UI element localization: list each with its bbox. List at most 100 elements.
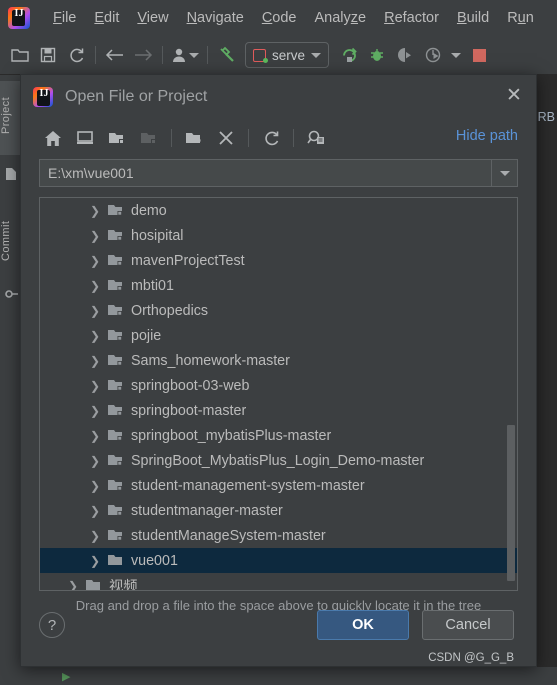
toolbar-divider xyxy=(171,129,172,147)
tree-row[interactable]: ❯ demo xyxy=(40,198,517,223)
refresh-icon[interactable] xyxy=(255,123,287,153)
tree-row-label: SpringBoot_MybatisPlus_Login_Demo-master xyxy=(131,452,425,469)
tree-row[interactable]: ❯ pojie xyxy=(40,323,517,348)
tree-row[interactable]: ❯ studentManageSystem-master xyxy=(40,523,517,548)
profile-dropdown-icon[interactable] xyxy=(168,42,202,68)
tree-row[interactable]: ❯ mavenProjectTest xyxy=(40,248,517,273)
help-button[interactable]: ? xyxy=(39,612,65,638)
desktop-icon[interactable] xyxy=(69,123,101,153)
open-file-or-project-dialog: IJ Open File or Project ✕ Hide path E:\x… xyxy=(20,74,537,667)
menu-navigate[interactable]: Navigate xyxy=(178,7,253,29)
chevron-right-icon[interactable]: ❯ xyxy=(90,480,101,492)
folder-icon xyxy=(108,404,124,417)
run-configuration-selector[interactable]: serve xyxy=(245,42,330,68)
sidebar-item-commit[interactable]: Commit xyxy=(0,205,22,277)
toolbar-divider xyxy=(293,129,294,147)
caret xyxy=(499,170,510,176)
show-hidden-files-icon[interactable] xyxy=(300,123,332,153)
save-all-icon[interactable] xyxy=(34,42,62,68)
sidebar-item-project[interactable]: Project xyxy=(0,81,22,155)
chevron-right-icon[interactable]: ❯ xyxy=(90,355,101,367)
chevron-right-icon[interactable]: ❯ xyxy=(90,280,101,292)
build-hammer-icon[interactable] xyxy=(213,42,241,68)
folder-icon xyxy=(108,204,124,217)
tree-row-label: studentmanager-master xyxy=(131,502,283,519)
debug-icon[interactable] xyxy=(363,42,391,68)
scrollbar-thumb[interactable] xyxy=(507,425,515,582)
dialog-button-bar: ? OK Cancel CSDN @G_G_B xyxy=(21,600,536,666)
chevron-down-icon xyxy=(311,52,322,58)
chevron-right-icon[interactable]: ❯ xyxy=(90,430,101,442)
menu-analyze[interactable]: Analyze xyxy=(306,7,376,29)
chevron-right-icon[interactable]: ❯ xyxy=(90,455,101,467)
ide-status-bar xyxy=(0,667,557,685)
menu-build[interactable]: Build xyxy=(448,7,498,29)
chevron-right-icon[interactable]: ❯ xyxy=(68,580,79,591)
sync-refresh-icon[interactable] xyxy=(62,42,90,68)
tree-row[interactable]: ❯ springboot-03-web xyxy=(40,373,517,398)
menu-edit[interactable]: Edit xyxy=(85,7,128,29)
tree-row[interactable]: ❯ 视频 xyxy=(40,573,517,590)
close-icon[interactable]: ✕ xyxy=(504,86,524,107)
tree-row[interactable]: ❯ springboot-master xyxy=(40,398,517,423)
project-folder-icon[interactable] xyxy=(101,123,133,153)
tree-row[interactable]: ❯ vue001 xyxy=(40,548,517,573)
tree-row[interactable]: ❯ student-management-system-master xyxy=(40,473,517,498)
menu-view[interactable]: View xyxy=(128,7,177,29)
sidebar-item-label: Project xyxy=(0,96,12,134)
dialog-toolbar: Hide path xyxy=(21,119,536,157)
home-icon[interactable] xyxy=(37,123,69,153)
chevron-right-icon[interactable]: ❯ xyxy=(90,530,101,542)
chevron-right-icon[interactable]: ❯ xyxy=(90,205,101,217)
tree-row[interactable]: ❯ hosipital xyxy=(40,223,517,248)
toolbar-divider xyxy=(95,46,96,64)
back-arrow-icon[interactable] xyxy=(101,42,129,68)
chevron-right-icon[interactable]: ❯ xyxy=(90,230,101,242)
menu-code[interactable]: Code xyxy=(253,7,306,29)
chevron-right-icon[interactable]: ❯ xyxy=(90,405,101,417)
folder-icon xyxy=(108,254,124,267)
intellij-logo-icon: IJ xyxy=(8,7,30,29)
folder-icon xyxy=(108,379,124,392)
tree-row-label: mavenProjectTest xyxy=(131,252,245,269)
folder-icon xyxy=(108,504,124,517)
left-tool-strip: Project Commit xyxy=(0,75,22,685)
stop-icon[interactable] xyxy=(465,42,493,68)
more-dropdown-icon[interactable] xyxy=(447,42,465,68)
tree-row-label: Sams_homework-master xyxy=(131,352,290,369)
chevron-right-icon[interactable]: ❯ xyxy=(90,305,101,317)
menu-refactor[interactable]: Refactor xyxy=(375,7,448,29)
chevron-down-icon[interactable] xyxy=(491,160,517,186)
tree-scrollbar[interactable] xyxy=(505,199,516,589)
open-folder-icon[interactable] xyxy=(6,42,34,68)
file-tree[interactable]: ❯ demo ❯ hosipital ❯ mavenProjectTest ❯ mbti01 ❯… xyxy=(39,197,518,591)
tree-row-label: demo xyxy=(131,202,167,219)
folder-icon xyxy=(108,304,124,317)
run-with-coverage-icon[interactable] xyxy=(391,42,419,68)
menu-file[interactable]: File xyxy=(44,7,85,29)
chevron-right-icon[interactable]: ❯ xyxy=(90,330,101,342)
tree-row[interactable]: ❯ Sams_homework-master xyxy=(40,348,517,373)
folder-icon xyxy=(108,429,124,442)
tree-row[interactable]: ❯ Orthopedics xyxy=(40,298,517,323)
chevron-right-icon[interactable]: ❯ xyxy=(90,255,101,267)
path-input[interactable] xyxy=(40,160,491,186)
chevron-right-icon[interactable]: ❯ xyxy=(90,555,101,567)
profile-icon[interactable] xyxy=(419,42,447,68)
new-folder-icon[interactable] xyxy=(178,123,210,153)
tree-row[interactable]: ❯ mbti01 xyxy=(40,273,517,298)
cancel-button[interactable]: Cancel xyxy=(422,610,514,640)
screen: IJ File Edit View Navigate Code Analyze Refact… xyxy=(0,0,557,685)
dialog-title-bar: IJ Open File or Project ✕ xyxy=(21,75,536,119)
hide-path-link[interactable]: Hide path xyxy=(456,128,518,144)
ok-button[interactable]: OK xyxy=(317,610,409,640)
tree-row[interactable]: ❯ studentmanager-master xyxy=(40,498,517,523)
chevron-right-icon[interactable]: ❯ xyxy=(90,505,101,517)
tree-row[interactable]: ❯ SpringBoot_MybatisPlus_Login_Demo-maste… xyxy=(40,448,517,473)
tree-row[interactable]: ❯ springboot_mybatisPlus-master xyxy=(40,423,517,448)
path-combobox[interactable] xyxy=(39,159,518,187)
chevron-right-icon[interactable]: ❯ xyxy=(90,380,101,392)
menu-run[interactable]: Run xyxy=(498,7,543,29)
delete-icon[interactable] xyxy=(210,123,242,153)
run-icon[interactable] xyxy=(335,42,363,68)
